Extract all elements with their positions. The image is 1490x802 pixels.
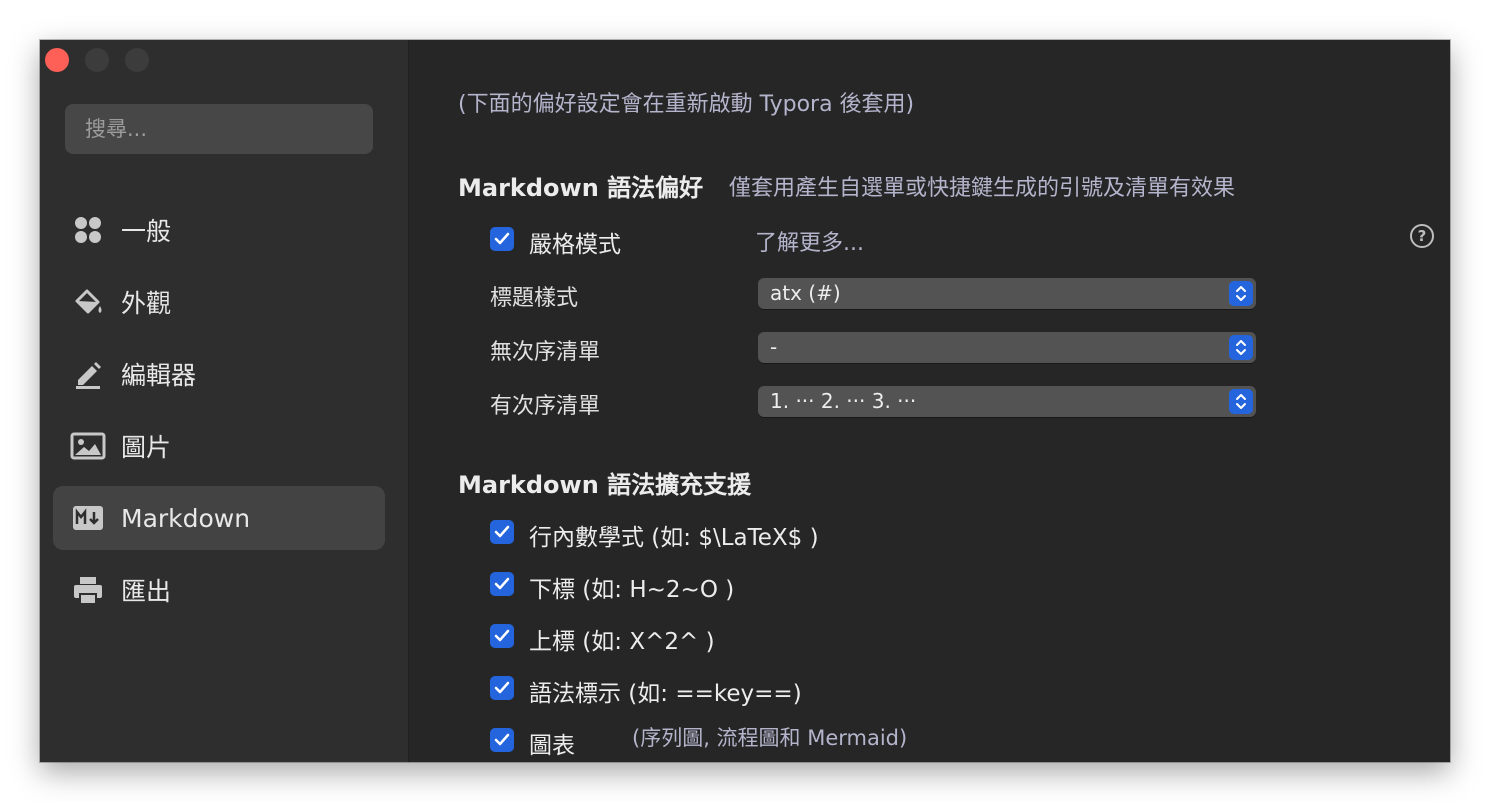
checkmark-icon bbox=[494, 232, 510, 245]
checkmark-icon bbox=[494, 681, 510, 694]
learn-more-link[interactable]: 了解更多... bbox=[755, 225, 864, 257]
inline-math-checkbox[interactable] bbox=[490, 520, 514, 544]
sidebar-item-label: Markdown bbox=[121, 503, 251, 533]
chevron-up-down-icon bbox=[1229, 281, 1253, 306]
sidebar-item-label: 圖片 bbox=[121, 433, 172, 462]
sidebar: 一般 外觀 bbox=[40, 40, 409, 762]
sidebar-item-markdown[interactable]: Markdown bbox=[53, 486, 385, 550]
markdown-icon bbox=[69, 499, 107, 537]
minimize-window-button[interactable] bbox=[85, 48, 109, 72]
printer-icon bbox=[69, 571, 107, 609]
search-input[interactable] bbox=[65, 104, 373, 154]
sidebar-item-general[interactable]: 一般 bbox=[53, 198, 385, 262]
sidebar-item-appearance[interactable]: 外觀 bbox=[53, 270, 385, 334]
sidebar-item-image[interactable]: 圖片 bbox=[53, 414, 385, 478]
chevron-up-down-icon bbox=[1229, 389, 1253, 414]
window-controls bbox=[45, 48, 149, 72]
checkmark-icon bbox=[494, 525, 510, 538]
subscript-label: 下標 (如: H~2~O ) bbox=[529, 577, 735, 603]
diagrams-note: (序列圖, 流程圖和 Mermaid) bbox=[632, 726, 908, 750]
image-icon bbox=[69, 427, 107, 465]
syntax-preferences-title: Markdown 語法偏好 bbox=[458, 174, 704, 202]
heading-style-select[interactable]: atx (#) bbox=[758, 278, 1256, 309]
sidebar-item-label: 匯出 bbox=[121, 577, 172, 606]
strict-mode-checkbox[interactable] bbox=[490, 227, 514, 251]
restart-note: (下面的偏好設定會在重新啟動 Typora 後套用) bbox=[458, 92, 915, 117]
close-window-button[interactable] bbox=[45, 48, 69, 72]
syntax-preferences-hint: 僅套用產生自選單或快捷鍵生成的引號及清單有效果 bbox=[729, 176, 1236, 201]
zoom-window-button[interactable] bbox=[125, 48, 149, 72]
highlight-checkbox[interactable] bbox=[490, 676, 514, 700]
diagrams-label: 圖表 bbox=[529, 733, 575, 759]
inline-math-label: 行內數學式 (如: $\LaTeX$ ) bbox=[529, 525, 819, 551]
sidebar-item-label: 一般 bbox=[121, 217, 172, 246]
superscript-label: 上標 (如: X^2^ ) bbox=[529, 629, 715, 655]
heading-style-label: 標題樣式 bbox=[490, 286, 579, 311]
ordered-list-value: 1. ··· 2. ··· 3. ··· bbox=[770, 389, 917, 413]
grid-icon bbox=[69, 211, 107, 249]
superscript-checkbox[interactable] bbox=[490, 624, 514, 648]
sidebar-item-label: 編輯器 bbox=[121, 361, 197, 390]
paint-bucket-icon bbox=[69, 283, 107, 321]
ordered-list-label: 有次序清單 bbox=[490, 394, 601, 419]
unordered-list-label: 無次序清單 bbox=[490, 340, 601, 365]
checkmark-icon bbox=[494, 629, 510, 642]
unordered-list-select[interactable]: - bbox=[758, 332, 1256, 363]
pencil-icon bbox=[69, 355, 107, 393]
preferences-content: (下面的偏好設定會在重新啟動 Typora 後套用) Markdown 語法偏好… bbox=[410, 40, 1450, 762]
heading-style-value: atx (#) bbox=[770, 281, 841, 305]
syntax-extensions-title: Markdown 語法擴充支援 bbox=[458, 471, 752, 499]
checkmark-icon bbox=[494, 577, 510, 590]
subscript-checkbox[interactable] bbox=[490, 572, 514, 596]
preferences-window: 一般 外觀 bbox=[40, 40, 1450, 762]
unordered-list-value: - bbox=[770, 335, 778, 359]
highlight-label: 語法標示 (如: ==key==) bbox=[529, 681, 802, 707]
help-icon[interactable]: ? bbox=[1410, 224, 1434, 248]
chevron-up-down-icon bbox=[1229, 335, 1253, 360]
sidebar-item-editor[interactable]: 編輯器 bbox=[53, 342, 385, 406]
sidebar-nav: 一般 外觀 編輯器 圖片 Markdown 匯出 bbox=[53, 198, 385, 630]
ordered-list-select[interactable]: 1. ··· 2. ··· 3. ··· bbox=[758, 386, 1256, 417]
strict-mode-label: 嚴格模式 bbox=[529, 232, 621, 258]
diagrams-checkbox[interactable] bbox=[490, 728, 514, 752]
sidebar-item-label: 外觀 bbox=[121, 289, 172, 318]
checkmark-icon bbox=[494, 733, 510, 746]
sidebar-item-export[interactable]: 匯出 bbox=[53, 558, 385, 622]
